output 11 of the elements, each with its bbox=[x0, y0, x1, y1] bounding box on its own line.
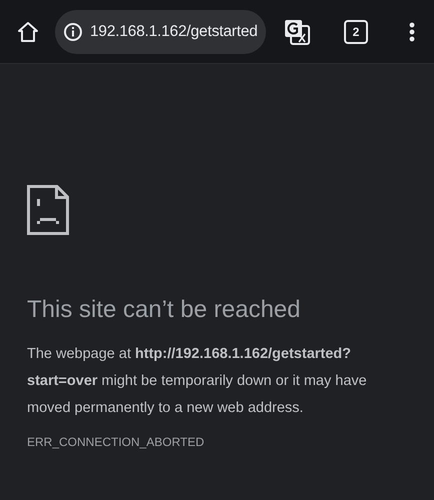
menu-icon[interactable] bbox=[409, 22, 415, 42]
translate-icon[interactable] bbox=[284, 18, 310, 44]
info-icon[interactable] bbox=[63, 22, 83, 42]
error-code: ERR_CONNECTION_ABORTED bbox=[27, 435, 206, 449]
url-text[interactable]: 192.168.1.162/getstarted bbox=[90, 22, 258, 40]
error-message: The webpage at http://192.168.1.162/getstarted?start=over might be temporarily down or it may have moved permanently to a new web address. bbox=[27, 345, 368, 418]
home-icon[interactable] bbox=[16, 20, 40, 44]
error-title: This site can’t be reached bbox=[27, 296, 302, 324]
address-bar[interactable]: 192.168.1.162/getstarted bbox=[55, 10, 266, 54]
sad-page-icon bbox=[27, 185, 69, 235]
tab-count-button[interactable]: 2 bbox=[344, 20, 368, 44]
